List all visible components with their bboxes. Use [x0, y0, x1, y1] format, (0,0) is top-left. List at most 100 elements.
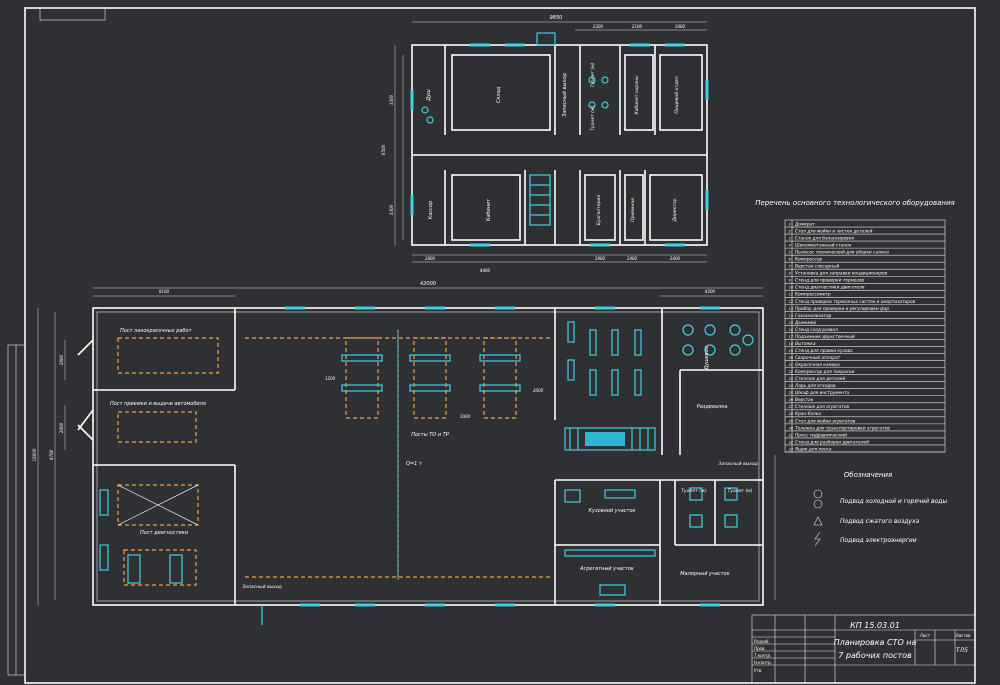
room-label-emergency-exit-upper: Запасный выход	[562, 73, 568, 117]
equipment-item: Стенд диагностики двигателя	[795, 285, 865, 291]
role-check: Пров.	[754, 646, 766, 651]
equipment-item-number: 24	[789, 384, 794, 388]
equipment-item-number: 21	[789, 363, 794, 367]
room-label-toilet-m-upper: Туалет (м)	[590, 62, 596, 87]
lower-dim-left-3: 4700	[49, 449, 54, 460]
equipment-item: Стол для мойки и чистки деталей	[795, 228, 873, 234]
post-dim-label-2: 2000	[533, 388, 544, 393]
lower-dim-left-4: 18000	[32, 448, 37, 461]
water-supply-icon	[813, 489, 823, 499]
legend-item-air: Подвод сжатого воздуха	[840, 518, 920, 525]
equipment-item: Домкрат	[794, 221, 815, 227]
equipment-item-number: 16	[789, 328, 794, 332]
equipment-item-number: 25	[789, 391, 794, 395]
sheet-frame	[24, 7, 976, 684]
room-label-reception-post: Пост приемки и выдачи автомобиля	[110, 401, 206, 407]
room-label-locker-room: Раздевалка	[697, 404, 728, 410]
lower-plan	[37, 287, 776, 625]
equipment-item-number: 2	[789, 229, 792, 233]
corner-stamp	[39, 7, 106, 21]
room-label-accounting: Бухгалтерия	[596, 195, 602, 226]
equipment-item: Верстак слесарный	[795, 264, 839, 270]
upper-overall-dim: 9850	[550, 15, 563, 21]
post-dim-label-3: 1000	[460, 414, 471, 419]
legend-item-water: Подвод холодной и горячей воды	[840, 498, 947, 505]
equipment-item-number: 7	[789, 265, 792, 269]
equipment-item: Вытяжка	[795, 341, 816, 347]
equipment-item-number: 9	[789, 279, 792, 283]
room-label-storage: Склад	[496, 86, 502, 103]
room-label-toilet-m-lower: Туалет (м)	[728, 488, 753, 494]
equipment-item: Стеллаж для агрегатов	[795, 404, 849, 410]
equipment-item: Верстак	[795, 397, 814, 403]
post-dim-label-1: 1200	[325, 376, 336, 381]
upper-dim-bottom-4: 2400	[627, 256, 638, 261]
equipment-item-number: 17	[789, 335, 794, 339]
drawing-code: КП 15.03.01	[850, 621, 900, 630]
equipment-item: Компрессор для покраски	[795, 369, 855, 375]
equipment-item: Стенд для правки кузова	[795, 348, 853, 354]
equipment-item-number: 10	[789, 286, 794, 290]
equipment-item-number: 12	[789, 300, 794, 304]
equipment-item: Пресс гидравлический	[795, 432, 847, 438]
equipment-item: Дымомер	[794, 320, 817, 326]
equipment-item-number: 32	[789, 440, 794, 444]
sheet-code: ТЛ5	[956, 647, 968, 654]
equipment-item: Установка для заправки кондиционеров	[795, 271, 888, 277]
room-label-shower-lower: Душевая	[704, 346, 710, 371]
equipment-item: Стенд сход-развал	[795, 327, 838, 333]
room-label-security-office: Кабинет охраны	[634, 75, 640, 114]
role-dev: Разраб.	[754, 639, 770, 644]
equipment-item: Стеллаж для деталей	[795, 376, 845, 382]
sheet-label: Лист	[919, 633, 931, 638]
upper-dim-left-2: 6500	[381, 144, 386, 155]
equipment-item-number: 27	[789, 405, 794, 409]
equipment-item: Стол для мойки агрегатов	[795, 418, 856, 424]
lower-dim-left-2: 2000	[59, 422, 64, 433]
room-label-emergency-exit-lower-1: Запасный выход	[242, 584, 281, 590]
equipment-item-number: 20	[789, 356, 794, 360]
drawing-canvas: 9850 2300 2100 3000 3300 6500 3300 2800 …	[7, 7, 976, 684]
room-label-reception: Приемная	[630, 198, 636, 222]
equipment-item: Компрессометр	[795, 292, 831, 298]
equipment-item: Пылесос технический для уборки салона	[795, 250, 889, 256]
equipment-item-number: 4	[789, 244, 792, 248]
equipment-item-number: 31	[789, 433, 794, 437]
upper-dim-bottom-3: 2800	[595, 256, 606, 261]
equipment-item: Ящик для песка	[794, 446, 832, 452]
drawing-title-line1: Планировка СТО на	[834, 638, 917, 647]
equipment-item: Подъемник двухстоечный	[795, 334, 855, 340]
equipment-list-rows: Домкрат1Стол для мойки и чистки деталей2…	[785, 221, 945, 452]
upper-dim-bottom-2: 4400	[480, 268, 491, 273]
upper-dim-left-3: 3300	[389, 204, 394, 215]
equipment-item-number: 8	[789, 272, 792, 276]
crane-label: Q=1 т	[406, 461, 423, 467]
legend-title: Обозначения	[844, 471, 892, 479]
equipment-item-number: 30	[789, 426, 794, 430]
room-label-paint-shop: Малярный участок	[680, 571, 730, 577]
equipment-item-number: 22	[789, 370, 794, 374]
room-label-unit-shop: Агрегатный участок	[579, 566, 634, 572]
room-label-shower-upper: Душ	[426, 89, 432, 102]
equipment-item: Окрасочная камера	[795, 362, 840, 368]
equipment-item: Компрессор	[795, 257, 822, 263]
room-label-toilet-w-lower: Туалет (ж)	[681, 488, 707, 494]
upper-dim-top-1: 2300	[593, 24, 604, 29]
drawing-title-line2: 7 рабочих постов	[838, 651, 912, 660]
side-stamp	[7, 344, 26, 676]
equipment-item-number: 11	[789, 293, 794, 297]
equipment-item-number: 1	[789, 222, 791, 226]
equipment-item-number: 19	[789, 349, 794, 353]
equipment-item-number: 5	[789, 251, 792, 255]
equipment-item-number: 26	[789, 398, 794, 402]
equipment-item: Ларь для отходов	[794, 383, 836, 389]
equipment-item-number: 23	[789, 377, 794, 381]
room-label-body-shop: Кузовной участок	[588, 508, 635, 514]
role-ncontrol: Н.контр.	[754, 660, 772, 665]
equipment-item: Стенд для проверки тормозов	[795, 278, 864, 284]
legend-item-electricity: Подвод электроэнергии	[840, 537, 917, 544]
room-label-paint-post: Пост лакокрасочных работ	[120, 328, 193, 334]
lower-dim-top-2: 4200	[705, 289, 716, 294]
role-tcontrol: Т.контр.	[754, 653, 771, 658]
lower-dim-top-1: 8100	[159, 289, 170, 294]
